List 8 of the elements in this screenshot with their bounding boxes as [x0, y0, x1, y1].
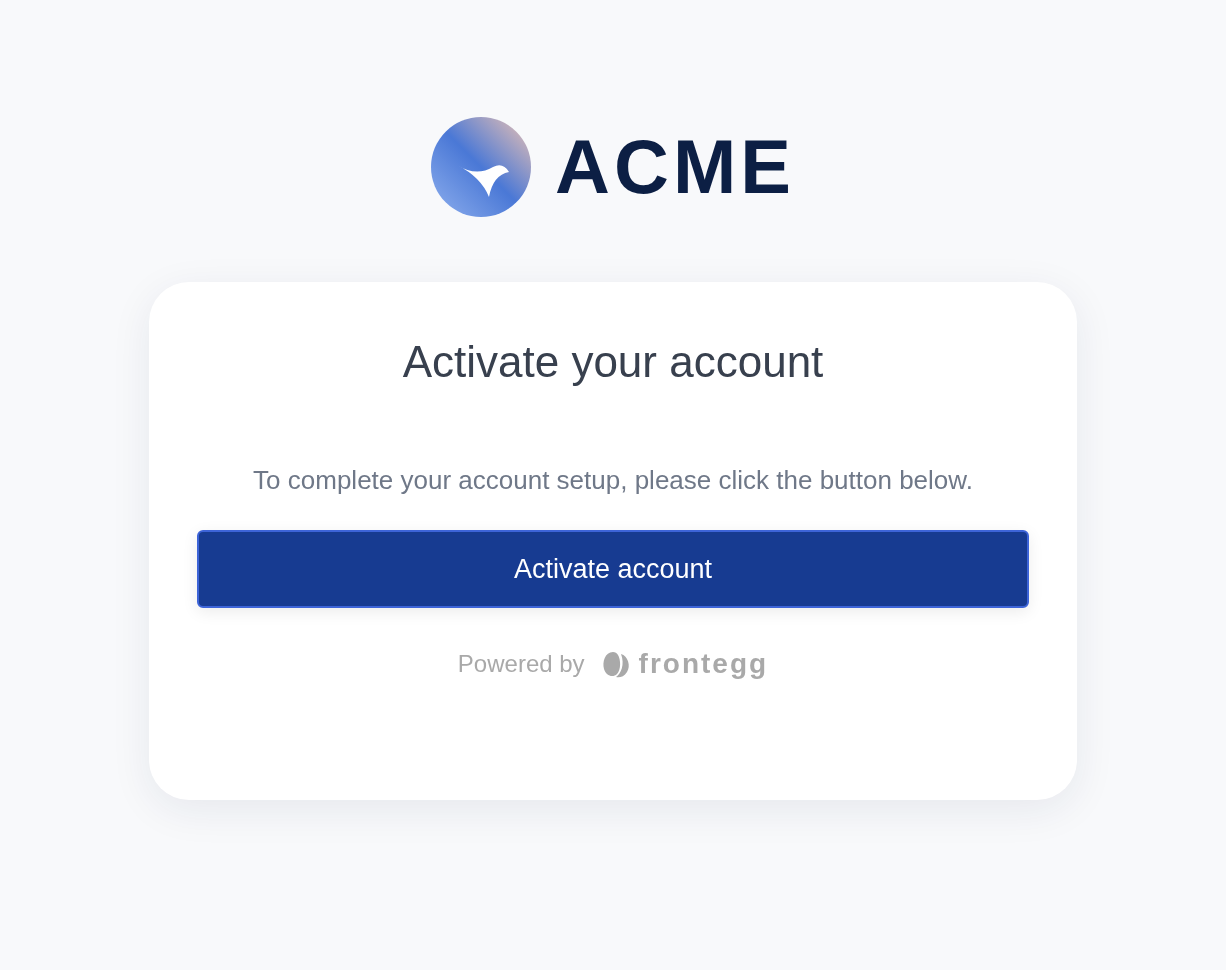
- description-text: To complete your account setup, please click the button below.: [252, 464, 974, 497]
- card-title: Activate your account: [402, 336, 824, 388]
- brand-text: frontegg: [638, 648, 769, 680]
- egg-icon: [600, 650, 631, 678]
- powered-by-text: Powered by: [457, 650, 585, 678]
- logo-icon: [431, 117, 532, 217]
- logo-text: ACME: [555, 129, 795, 205]
- activate-account-button[interactable]: Activate account: [197, 530, 1029, 608]
